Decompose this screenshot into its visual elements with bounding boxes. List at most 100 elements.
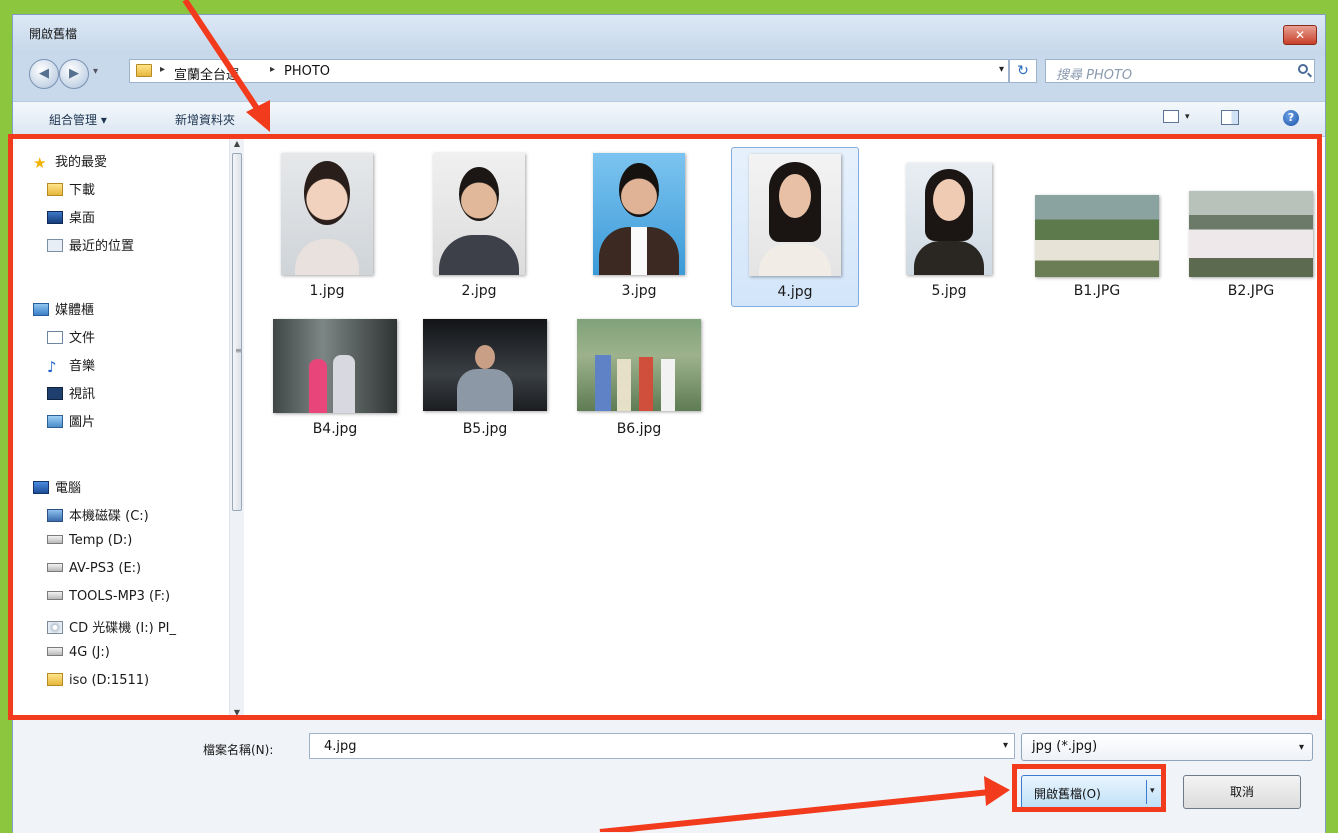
forward-button[interactable]: ▶ [59,59,89,89]
file-tile-selected[interactable]: 4.jpg [731,147,859,307]
sidebar-item-computer[interactable]: 電腦 [33,477,81,497]
breadcrumb-item[interactable]: 宣蘭全台運 [174,64,239,83]
scroll-up-icon[interactable]: ▲ [232,139,242,148]
sidebar-item-label: 本機磁碟 (C:) [69,509,149,524]
sidebar-item-drive-i[interactable]: CD 光碟機 (I:) PI_ [47,617,176,637]
help-icon[interactable]: ? [1283,110,1299,126]
file-name: B5.jpg [462,421,508,437]
usb-drive-icon [47,647,63,656]
sidebar-item-drive-j[interactable]: 4G (J:) [47,645,110,665]
scroll-down-icon[interactable]: ▼ [232,708,242,717]
organize-menu[interactable]: 組合管理 ▾ [49,111,107,128]
file-tile[interactable]: 5.jpg [885,147,1013,307]
sidebar-item-label: 電腦 [55,481,82,496]
filename-value: 4.jpg [324,739,357,754]
desktop-icon [47,211,63,224]
file-tile[interactable]: B1.JPG [1033,147,1161,307]
recent-places-icon [47,239,63,252]
document-icon [47,331,63,344]
sidebar-item-label: TOOLS-MP3 (F:) [69,589,171,604]
sidebar-item-iso[interactable]: iso (D:1511) [47,673,149,693]
recent-pages-dropdown[interactable]: ▾ [93,66,98,77]
sidebar-item-videos[interactable]: 視訊 [47,383,95,403]
close-button[interactable]: ✕ [1283,25,1317,45]
back-button[interactable]: ◀ [29,59,59,89]
chevron-down-icon[interactable]: ▾ [1299,742,1304,753]
file-open-dialog: 開啟舊檔 ✕ ◀ ▶ ▾ ▸ 宣蘭全台運 ▸ PHOTO ▾ ↻ 搜尋 PHOT… [12,14,1326,833]
open-options-dropdown-icon[interactable]: ▾ [1150,786,1155,796]
file-thumbnail [749,154,841,276]
file-name: 5.jpg [931,283,967,299]
sidebar-item-label: CD 光碟機 (I:) PI_ [69,621,177,636]
navigation-pane[interactable]: ★ 我的最愛 下載 桌面 最近的位置 媒體櫃 文件 ♪ 音樂 視訊 圖片 電腦 本機… [13,137,229,719]
star-icon: ★ [33,154,47,172]
search-placeholder: 搜尋 PHOTO [1056,68,1133,83]
file-name: B1.JPG [1073,283,1121,299]
content-area: ★ 我的最愛 下載 桌面 最近的位置 媒體櫃 文件 ♪ 音樂 視訊 圖片 電腦 本機… [13,137,1325,719]
sidebar-item-label: 4G (J:) [69,645,110,660]
address-dropdown-icon[interactable]: ▾ [999,64,1004,75]
command-toolbar: 組合管理 ▾ 新增資料夾 ▾ ? [13,101,1325,137]
sidebar-item-label: iso (D:1511) [69,673,150,688]
open-button[interactable]: 開啟舊檔(O) ▾ [1021,775,1163,809]
file-tile[interactable]: 1.jpg [263,147,391,307]
file-tile[interactable]: B6.jpg [575,309,703,469]
refresh-button[interactable]: ↻ [1009,59,1037,83]
sidebar-item-label: 圖片 [69,415,96,430]
filename-field[interactable]: 4.jpg ▾ [309,733,1015,759]
file-name: 2.jpg [461,283,497,299]
sidebar-item-drive-e[interactable]: AV-PS3 (E:) [47,561,141,581]
sidebar-item-drive-f[interactable]: TOOLS-MP3 (F:) [47,589,170,609]
library-icon [33,303,49,316]
sidebar-item-downloads[interactable]: 下載 [47,179,95,199]
sidebar-item-recent[interactable]: 最近的位置 [47,235,134,255]
sidebar-item-label: 最近的位置 [69,239,135,254]
file-name: B4.jpg [312,421,358,437]
file-thumbnail [1189,191,1313,277]
breadcrumb-separator-icon[interactable]: ▸ [270,64,275,75]
filename-dropdown-icon[interactable]: ▾ [1003,740,1008,751]
sidebar-item-label: Temp (D:) [69,533,133,548]
search-icon[interactable] [1298,64,1308,74]
sidebar-item-music[interactable]: ♪ 音樂 [47,355,95,375]
file-tile[interactable]: B5.jpg [421,309,549,469]
folder-icon [47,673,63,686]
search-input[interactable]: 搜尋 PHOTO [1045,59,1315,83]
file-thumbnail [593,153,685,275]
sidebar-item-drive-d[interactable]: Temp (D:) [47,533,132,553]
sidebar-item-label: AV-PS3 (E:) [69,561,142,576]
sidebar-item-label: 我的最愛 [55,155,108,170]
sidebar-item-drive-c[interactable]: 本機磁碟 (C:) [47,505,149,525]
music-icon: ♪ [47,358,57,376]
file-name: B2.JPG [1227,283,1275,299]
file-tile[interactable]: B4.jpg [271,309,399,469]
sidebar-scrollbar[interactable]: ▲ ≡ ▼ [229,137,244,719]
sidebar-item-desktop[interactable]: 桌面 [47,207,95,227]
file-thumbnail [1035,195,1159,277]
scroll-thumb[interactable]: ≡ [232,153,242,511]
change-view-icon[interactable] [1163,110,1179,123]
new-folder-button[interactable]: 新增資料夾 [175,111,235,128]
hard-drive-icon [47,535,63,544]
preview-pane-icon[interactable] [1221,110,1239,125]
sidebar-item-label: 桌面 [69,211,96,226]
file-type-filter[interactable]: jpg (*.jpg) ▾ [1021,733,1313,761]
sidebar-item-pictures[interactable]: 圖片 [47,411,95,431]
view-dropdown-icon[interactable]: ▾ [1185,112,1190,122]
sidebar-item-favorites[interactable]: ★ 我的最愛 [33,151,107,171]
file-tile[interactable]: 3.jpg [575,147,703,307]
file-tile[interactable]: 2.jpg [415,147,543,307]
sidebar-item-libraries[interactable]: 媒體櫃 [33,299,94,319]
sidebar-item-label: 下載 [69,183,96,198]
breadcrumb-separator-icon[interactable]: ▸ [160,64,165,75]
breadcrumb-item[interactable]: PHOTO [284,64,330,79]
file-name: 3.jpg [621,283,657,299]
cancel-button[interactable]: 取消 [1183,775,1301,809]
file-thumbnail [423,319,547,411]
address-bar[interactable]: ▸ 宣蘭全台運 ▸ PHOTO ▾ [129,59,1009,83]
file-tile[interactable]: B2.JPG [1187,147,1315,307]
cd-drive-icon [47,621,63,634]
window-title: 開啟舊檔 [29,27,78,41]
file-name: 1.jpg [309,283,345,299]
sidebar-item-documents[interactable]: 文件 [47,327,95,347]
